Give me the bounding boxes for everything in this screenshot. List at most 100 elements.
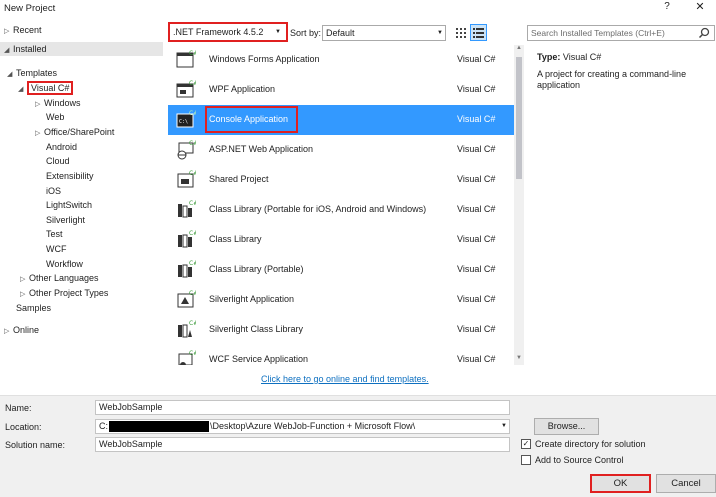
template-item[interactable]: C# Silverlight Class Library Visual C# [168,315,514,345]
dropdown-arrow-icon: ▼ [437,30,443,36]
create-directory-checkbox[interactable]: ✓ [521,439,531,449]
chevron-down-icon: ◢ [4,47,10,54]
ok-button[interactable]: OK [590,474,651,493]
scrollbar-thumb[interactable] [516,57,522,179]
tree-item-extensibility[interactable]: Extensibility [46,169,94,183]
tree-item-recent[interactable]: ▷ Recent [4,23,42,37]
title-bar [0,0,716,17]
shared-project-icon: C# [176,170,198,190]
svg-text:C#: C# [189,80,196,87]
chevron-right-icon: ▷ [35,130,41,137]
tree-item-windows[interactable]: ▷ Windows [35,96,81,110]
wcf-service-icon: C# [176,350,198,365]
tree-item-cloud[interactable]: Cloud [46,154,70,168]
source-control-checkbox[interactable] [521,455,531,465]
tree-item-test[interactable]: Test [46,227,63,241]
template-description: A project for creating a command-line ap… [537,69,687,90]
silverlight-application-icon: C# [176,290,198,310]
sort-select[interactable]: Default [322,25,446,41]
chevron-right-icon: ▷ [20,291,26,298]
svg-text:C#: C# [189,200,196,207]
browse-button[interactable]: Browse... [534,418,599,435]
tree-item-wcf[interactable]: WCF [46,242,67,256]
console-icon: C:\C# [176,110,198,130]
chevron-right-icon: ▷ [4,28,10,35]
sort-by-label: Sort by: [290,28,322,38]
chevron-right-icon: ▷ [35,101,41,108]
chevron-right-icon: ▷ [20,276,26,283]
template-item[interactable]: C# ASP.NET Web Application Visual C# [168,135,514,165]
svg-text:C#: C# [189,260,196,267]
location-input[interactable]: C: \Desktop\Azure WebJob-Function + Micro… [95,419,510,434]
tree-item-online[interactable]: ▷ Online [4,323,39,337]
scroll-up-icon[interactable]: ▲ [514,45,524,55]
close-button[interactable]: ✕ [693,0,707,16]
create-directory-label: Create directory for solution [535,439,646,449]
template-list: C# Windows Forms Application Visual C# C… [168,45,518,365]
template-item[interactable]: C# Windows Forms Application Visual C# [168,45,514,75]
tree-item-other-languages[interactable]: ▷ Other Languages [20,271,99,285]
svg-text:C#: C# [189,50,196,57]
chevron-down-icon: ◢ [18,86,24,93]
tree-item-samples[interactable]: Samples [16,301,51,315]
list-view-icon[interactable] [470,24,487,41]
dropdown-arrow-icon: ▼ [275,29,281,35]
location-label: Location: [5,422,42,432]
name-label: Name: [5,403,32,413]
svg-text:C:\: C:\ [179,119,188,125]
template-item-selected[interactable]: C:\C# Console Application Visual C# [168,105,514,135]
grid-view-icon[interactable] [453,25,468,40]
chevron-right-icon: ▷ [4,328,10,335]
tree-item-templates[interactable]: ◢ Templates [7,66,57,80]
tree-item-ios[interactable]: iOS [46,184,61,198]
visual-csharp-highlight: Visual C# [27,81,74,95]
svg-text:C#: C# [189,350,196,357]
search-input[interactable]: Search Installed Templates (Ctrl+E) [527,25,715,41]
redacted-path [109,421,209,433]
svg-text:C#: C# [189,170,196,177]
dropdown-arrow-icon[interactable]: ▼ [501,423,507,429]
name-input[interactable]: WebJobSample [95,400,510,415]
svg-text:C#: C# [189,140,196,147]
template-tree: ▷ Recent ◢ Installed ◢ Templates ◢ Visual C#… [0,20,163,395]
cancel-button[interactable]: Cancel [656,474,716,493]
tree-item-office-sharepoint[interactable]: ▷ Office/SharePoint [35,125,114,139]
template-item[interactable]: C# Shared Project Visual C# [168,165,514,195]
template-item[interactable]: C# Class Library (Portable) Visual C# [168,255,514,285]
chevron-down-icon: ◢ [7,71,13,78]
console-application-highlight [205,106,298,133]
tree-item-installed[interactable]: ◢ Installed [0,42,163,56]
wpf-icon: C# [176,80,198,100]
template-item[interactable]: C# WPF Application Visual C# [168,75,514,105]
class-library-icon: C# [176,230,198,250]
template-item[interactable]: C# Class Library Visual C# [168,225,514,255]
tree-item-workflow[interactable]: Workflow [46,257,83,271]
source-control-label: Add to Source Control [535,455,624,465]
search-icon[interactable] [697,26,711,40]
help-button[interactable]: ? [661,1,673,15]
tree-item-lightswitch[interactable]: LightSwitch [46,198,92,212]
template-item[interactable]: C# Silverlight Application Visual C# [168,285,514,315]
solution-name-label: Solution name: [5,440,66,450]
svg-text:C#: C# [189,290,196,297]
tree-item-web[interactable]: Web [46,110,64,124]
windows-forms-icon: C# [176,50,198,70]
window-title: New Project [4,3,56,14]
solution-name-input[interactable]: WebJobSample [95,437,510,452]
web-application-icon: C# [176,140,198,160]
template-item[interactable]: C# WCF Service Application Visual C# [168,345,514,365]
scroll-down-icon[interactable]: ▼ [514,355,524,365]
template-item[interactable]: C# Class Library (Portable for iOS, Andr… [168,195,514,225]
portable-library-icon: C# [176,200,198,220]
portable-class-library-icon: C# [176,260,198,280]
template-type: Type: Visual C# [537,52,602,62]
svg-text:C#: C# [189,230,196,237]
framework-select[interactable]: .NET Framework 4.5.2 [168,22,288,42]
find-templates-online-link[interactable]: Click here to go online and find templat… [261,374,429,384]
svg-text:C#: C# [189,110,196,117]
tree-item-android[interactable]: Android [46,140,77,154]
svg-text:C#: C# [189,320,196,327]
tree-item-silverlight[interactable]: Silverlight [46,213,85,227]
tree-item-other-project-types[interactable]: ▷ Other Project Types [20,286,108,300]
tree-item-visual-csharp[interactable]: ◢ Visual C# [18,81,74,95]
